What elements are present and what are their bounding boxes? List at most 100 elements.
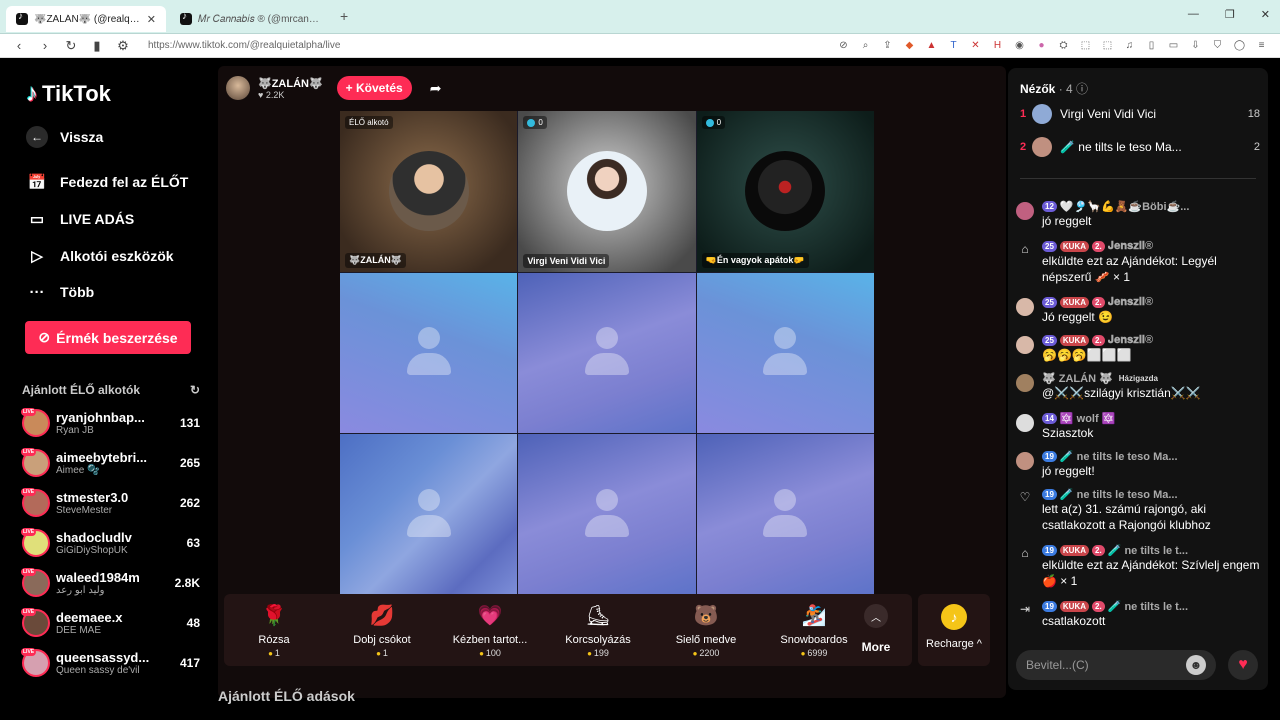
empty-seat[interactable] — [340, 434, 518, 595]
host-avatar[interactable] — [226, 76, 250, 100]
empty-seat[interactable] — [696, 434, 874, 595]
share-icon[interactable]: ➦ — [430, 80, 442, 97]
gift-price: 2200 — [656, 648, 756, 658]
user-badge: 2. — [1092, 545, 1105, 556]
gift-item[interactable]: 💗 Kézben tartot... 100 — [440, 600, 540, 662]
viewer-row[interactable]: 1 Virgi Veni Vidi Vici 18 — [1020, 102, 1260, 126]
back-link[interactable]: ← Vissza — [26, 126, 103, 148]
media-icon[interactable]: ♫ — [1123, 39, 1136, 52]
zoom-icon[interactable]: ⌕ — [859, 39, 872, 52]
nav-more[interactable]: ··· Több — [26, 281, 95, 303]
get-coins-button[interactable]: ⊘ Érmék beszerzése — [25, 321, 191, 354]
translate-icon[interactable]: T — [947, 39, 960, 52]
chat-message-header: 14 🔯 wolf 🔯 — [1042, 412, 1260, 425]
gift-item[interactable]: 💋 Dobj csókot 1 — [332, 600, 432, 662]
creator-username: deemaee.x — [56, 610, 123, 625]
chat-message-header: 12 🤍🎐🦙💪🧸☕Böbi☕... — [1042, 200, 1260, 213]
chat-username[interactable]: 🧪 ne tilts le t... — [1108, 544, 1188, 557]
minimize-icon[interactable]: — — [1188, 8, 1199, 21]
empty-seat[interactable] — [340, 272, 518, 434]
extension-icon[interactable]: ⬚ — [1079, 39, 1092, 52]
rewards-icon[interactable]: ▲ — [925, 39, 938, 52]
emoji-icon[interactable]: ☻ — [1186, 655, 1206, 675]
empty-seat[interactable] — [696, 272, 874, 434]
recommended-creator[interactable]: queensassyd...Queen sassy de'vil417 — [21, 645, 200, 681]
extension-icon[interactable]: H — [991, 39, 1004, 52]
recommended-creator[interactable]: waleed1984mوليد ابو رعد2.8K — [21, 565, 200, 601]
more-gifts-button[interactable]: ︿ More — [854, 604, 898, 654]
chat-username[interactable]: 𝐉𝐞𝐧𝐬𝐳𝐢𝐢® — [1108, 296, 1153, 309]
reload-icon[interactable]: ↻ — [64, 38, 78, 54]
share-icon[interactable]: ⇪ — [881, 39, 894, 52]
browser-tab-active[interactable]: 🐺ZALÁN🐺 (@realquietalp ✕ — [6, 6, 166, 32]
recommended-creator[interactable]: aimeebytebri...Aimee 🫧265 — [21, 445, 200, 481]
extension-icon[interactable]: ⊘ — [837, 39, 850, 52]
chat-username[interactable]: 𝐉𝐞𝐧𝐬𝐳𝐢𝐢® — [1108, 334, 1153, 347]
back-icon[interactable]: ‹ — [12, 38, 26, 53]
maximize-icon[interactable]: ❐ — [1225, 8, 1235, 21]
site-settings-icon[interactable]: ⚙ — [116, 38, 130, 54]
follow-button[interactable]: + Követés — [336, 76, 412, 100]
gift-item[interactable]: 🐻 Sielő medve 2200 — [656, 600, 756, 662]
chat-username[interactable]: 𝐉𝐞𝐧𝐬𝐳𝐢𝐢® — [1108, 240, 1153, 253]
extension-icon[interactable]: ◉ — [1013, 39, 1026, 52]
empty-seat[interactable] — [518, 434, 696, 595]
profile-icon[interactable]: ◯ — [1233, 39, 1246, 52]
brave-shield-icon[interactable]: ◆ — [903, 39, 916, 52]
chat-avatar[interactable] — [1016, 202, 1034, 220]
chat-username[interactable]: 🐺 ZALÁN 🐺 — [1042, 372, 1113, 385]
get-coins-label: Érmék beszerzése — [56, 329, 178, 346]
extension-icon[interactable]: ⬚ — [1101, 39, 1114, 52]
recharge-button[interactable]: ♪ Recharge ^ — [918, 594, 990, 666]
host-name[interactable]: 🐺ZALÁN🐺 — [258, 77, 323, 90]
chat-avatar[interactable] — [1016, 414, 1034, 432]
menu-icon[interactable]: ≡ — [1255, 39, 1268, 52]
chat-avatar[interactable] — [1016, 298, 1034, 316]
user-badge: 19 — [1042, 451, 1057, 462]
chat-username[interactable]: 🧪 ne tilts le t... — [1108, 600, 1188, 613]
chat-avatar[interactable] — [1016, 336, 1034, 354]
chat-message-body: 25 KUKA 2. 𝐉𝐞𝐧𝐬𝐳𝐢𝐢® elküldte ezt az Ajándéko… — [1042, 240, 1260, 285]
empty-seat[interactable] — [518, 272, 696, 434]
extension-icon[interactable]: ● — [1035, 39, 1048, 52]
url-field[interactable]: https://www.tiktok.com/@realquietalpha/l… — [148, 40, 837, 51]
close-tab-icon[interactable]: ✕ — [147, 13, 156, 26]
viewer-row[interactable]: 2 🧪 ne tilts le teso Ma... 2 — [1020, 135, 1260, 159]
wallet-icon[interactable]: ▭ — [1167, 39, 1180, 52]
gift-item[interactable]: 🌹 Rózsa 1 — [224, 600, 324, 662]
guest-cell[interactable]: 0 🤜Én vagyok apátok🤛 — [696, 111, 874, 272]
recommended-creator[interactable]: shadocludlvGiGiDiyShopUK63 — [21, 525, 200, 561]
tiktok-logo[interactable]: ♪ TikTok — [26, 80, 111, 108]
recommended-creator[interactable]: ryanjohnbap...Ryan JB131 — [21, 405, 200, 441]
chat-avatar[interactable] — [1016, 374, 1034, 392]
guest-cell[interactable]: ÉLŐ alkotó 🐺ZALÁN🐺 — [340, 111, 518, 272]
close-window-icon[interactable]: ✕ — [1261, 8, 1270, 21]
download-icon[interactable]: ⇩ — [1189, 39, 1202, 52]
chat-input[interactable]: Bevitel...(C) ☻ — [1016, 650, 1216, 680]
forward-icon[interactable]: › — [38, 38, 52, 53]
nav-explore-live[interactable]: 📅 Fedezd fel az ÉLŐT — [26, 171, 189, 193]
chat-username[interactable]: 🧪 ne tilts le teso Ma... — [1060, 488, 1178, 501]
guest-cell[interactable]: 0 Virgi Veni Vidi Vici — [518, 111, 696, 272]
chat-username[interactable]: 🧪 ne tilts le teso Ma... — [1060, 450, 1178, 463]
gift-item[interactable]: ⛸ Korcsolyázás 199 — [548, 600, 648, 662]
browser-tab-inactive[interactable]: 𝑀𝑟 𝐶𝑎𝑛𝑛𝑎𝑏𝑖𝑠 ® (@mrcannabis_ — [170, 6, 334, 32]
chat-username[interactable]: 🔯 wolf 🔯 — [1060, 412, 1116, 425]
gift-item[interactable]: 🏂 Snowboardos 6999 — [764, 600, 864, 662]
refresh-icon[interactable]: ↻ — [190, 383, 200, 397]
chat-avatar[interactable] — [1016, 452, 1034, 470]
nav-creator-tools[interactable]: ▷ Alkotói eszközök — [26, 245, 173, 267]
nav-live-broadcast[interactable]: ▭ LIVE ADÁS — [26, 208, 134, 230]
chat-username[interactable]: 🤍🎐🦙💪🧸☕Böbi☕... — [1060, 200, 1189, 213]
extension-icon[interactable]: ⛭ — [1057, 39, 1070, 52]
recommended-creator[interactable]: deemaee.xDEE MAE48 — [21, 605, 200, 641]
sidebar-icon[interactable]: ▯ — [1145, 39, 1158, 52]
vpn-icon[interactable]: ⛉ — [1211, 39, 1224, 52]
viewer-rank: 2 — [1020, 141, 1027, 153]
extension-icon[interactable]: ✕ — [969, 39, 982, 52]
info-icon[interactable]: ⓘ — [1076, 82, 1088, 96]
like-heart-button[interactable]: ♥ — [1228, 650, 1258, 680]
recommended-creator[interactable]: stmester3.0SteveMester262 — [21, 485, 200, 521]
new-tab-icon[interactable]: + — [340, 8, 348, 24]
bookmark-icon[interactable]: ▮ — [90, 38, 104, 54]
